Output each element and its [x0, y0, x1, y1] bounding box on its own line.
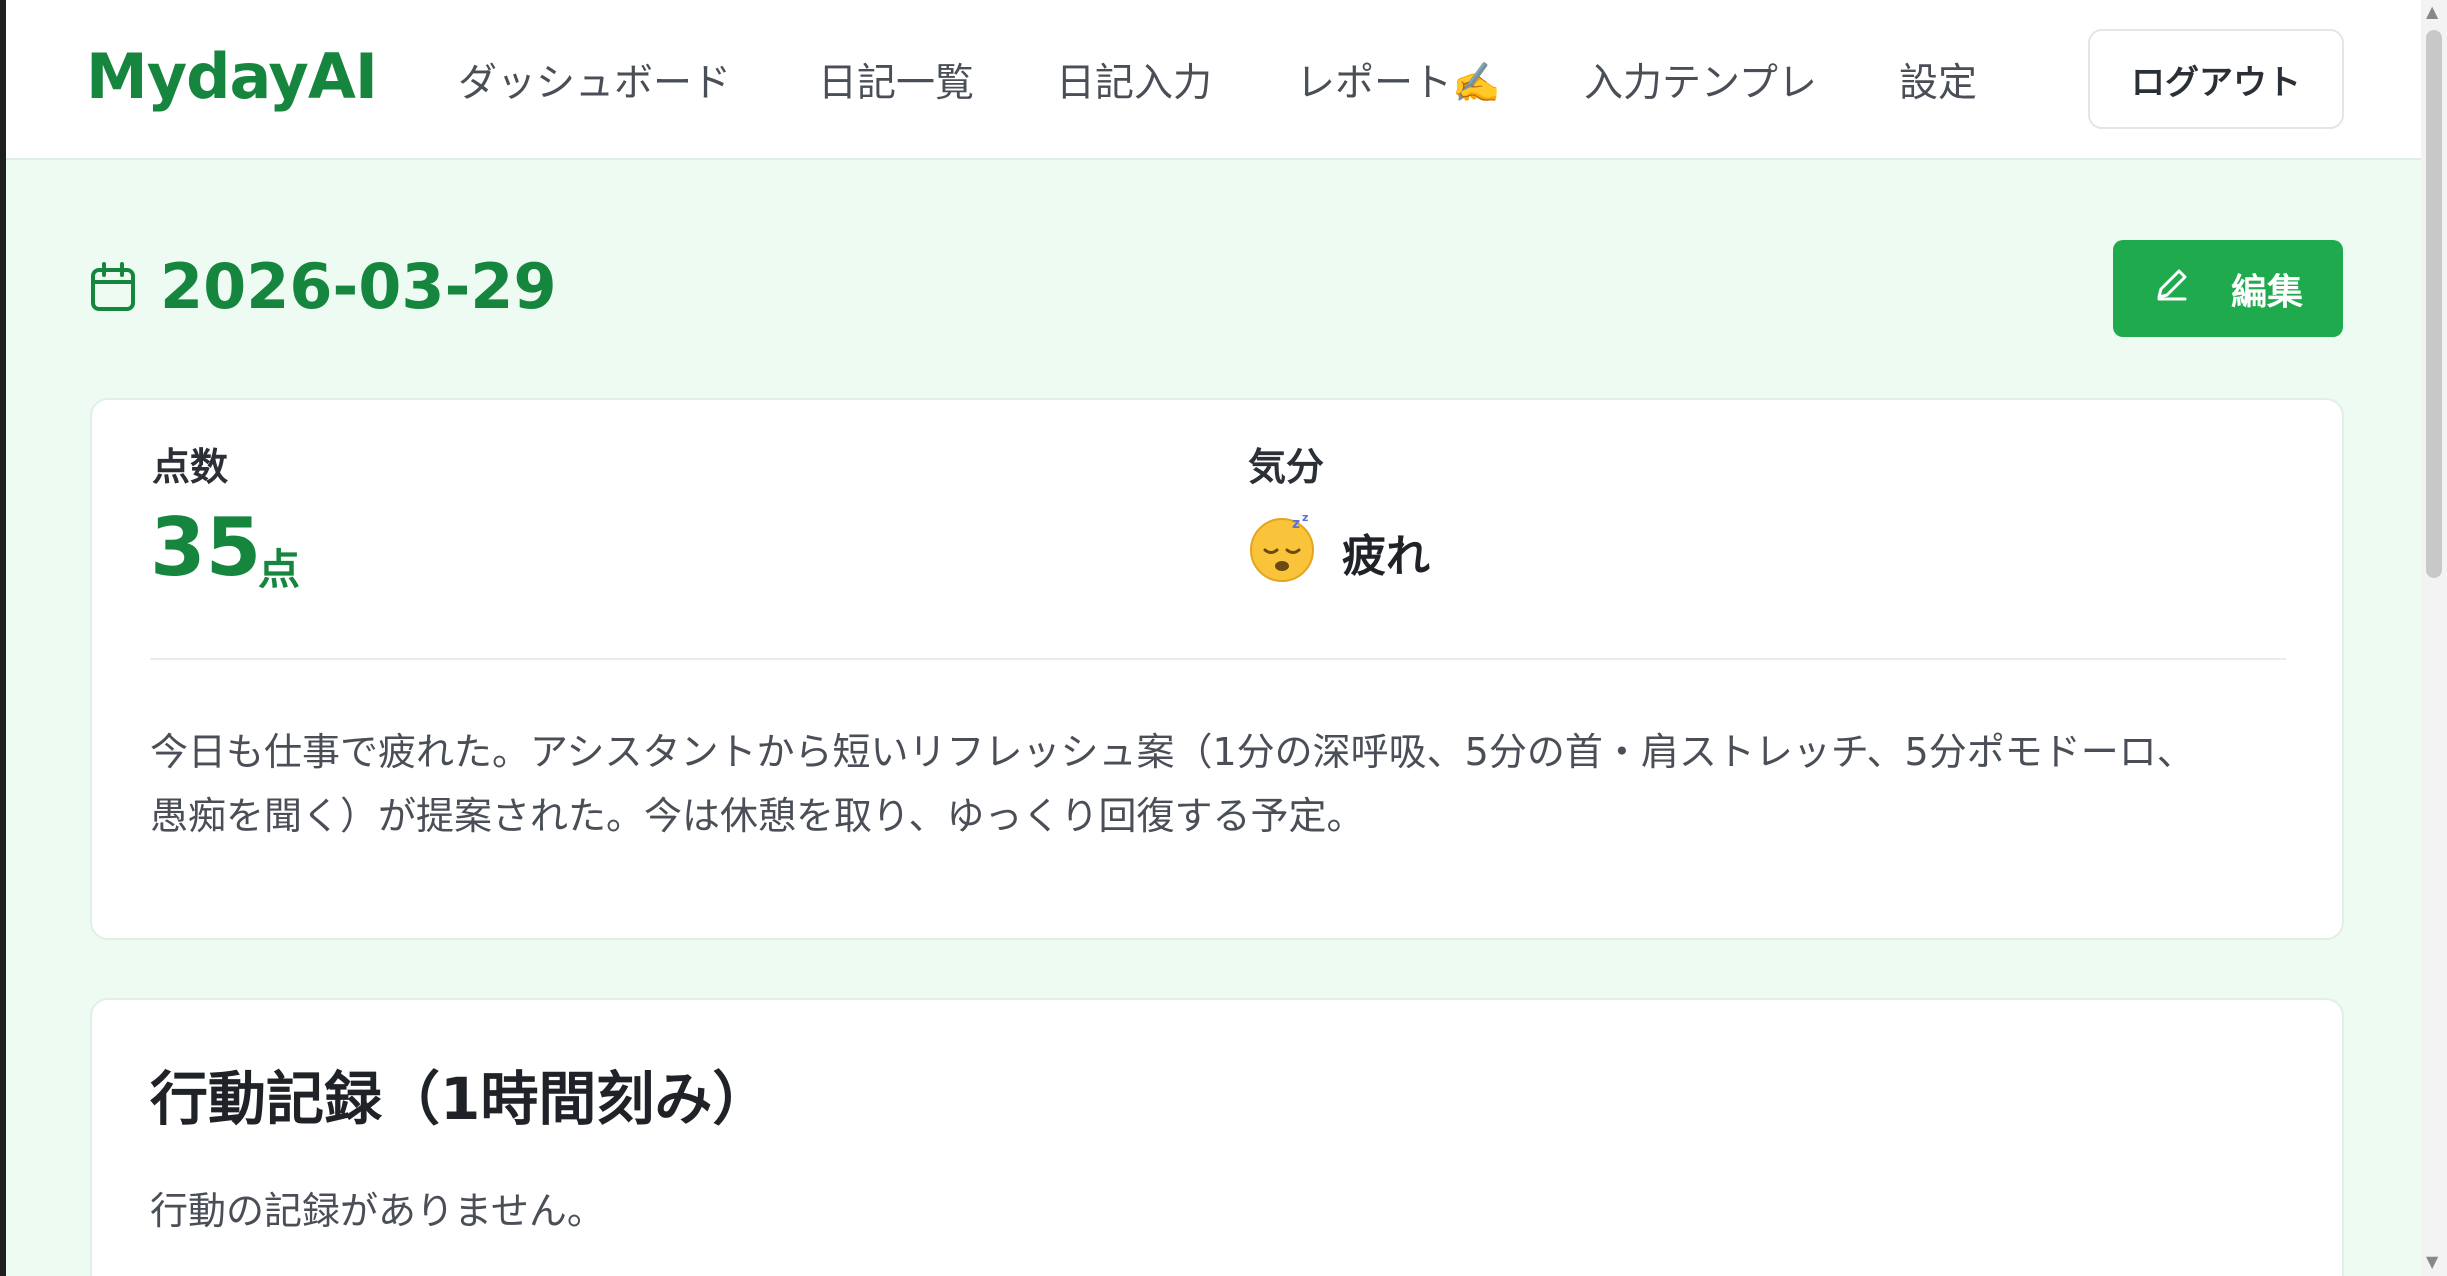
calendar-icon — [90, 262, 136, 316]
top-navigation-bar: MydayAI ダッシュボード 日記一覧 日記入力 レポート✍️ 入力テンプレ … — [6, 0, 2421, 160]
sleepy-face-icon: z z — [1246, 511, 1318, 588]
score-value: 35 — [150, 501, 262, 594]
nav-input-template[interactable]: 入力テンプレ — [1584, 52, 1817, 108]
diary-body: 今日も仕事で疲れた。アシスタントから短いリフレッシュ案（1分の深呼吸、5分の首・… — [150, 720, 2280, 848]
diary-body-line: 愚痴を聞く）が提案された。今は休憩を取り、ゆっくり回復する予定。 — [150, 794, 1365, 838]
nav-report[interactable]: レポート✍️ — [1296, 52, 1501, 108]
mood-value: 疲れ — [1342, 531, 1430, 582]
logout-button[interactable]: ログアウト — [2088, 29, 2344, 129]
score-unit: 点 — [258, 545, 301, 594]
action-log-title: 行動記録（1時間刻み） — [150, 1065, 771, 1133]
pencil-icon — [2153, 265, 2191, 312]
scroll-thumb[interactable] — [2426, 30, 2442, 578]
scroll-down-icon[interactable]: ▼ — [2426, 1252, 2438, 1271]
nav-dashboard[interactable]: ダッシュボード — [458, 52, 731, 108]
svg-text:z: z — [1302, 512, 1308, 524]
scroll-up-icon[interactable]: ▲ — [2426, 2, 2438, 21]
score-label: 点数 — [152, 445, 229, 489]
nav-settings[interactable]: 設定 — [1899, 52, 1977, 108]
svg-text:z: z — [1292, 516, 1300, 532]
edit-button-label: 編集 — [2230, 271, 2303, 313]
card-divider — [150, 658, 2286, 660]
scrollbar[interactable]: ▲ ▼ — [2421, 0, 2447, 1276]
mood-label: 気分 — [1248, 445, 1325, 489]
entry-date: 2026-03-29 — [160, 250, 557, 323]
edit-button[interactable]: 編集 — [2113, 240, 2343, 337]
action-log-empty-text: 行動の記録がありません。 — [150, 1189, 605, 1233]
app-logo[interactable]: MydayAI — [86, 40, 378, 113]
diary-body-line: 今日も仕事で疲れた。アシスタントから短いリフレッシュ案（1分の深呼吸、5分の首・… — [150, 730, 2195, 774]
nav-diary-input[interactable]: 日記入力 — [1056, 52, 1212, 108]
nav-diary-list[interactable]: 日記一覧 — [818, 52, 974, 108]
entry-card — [90, 398, 2344, 940]
